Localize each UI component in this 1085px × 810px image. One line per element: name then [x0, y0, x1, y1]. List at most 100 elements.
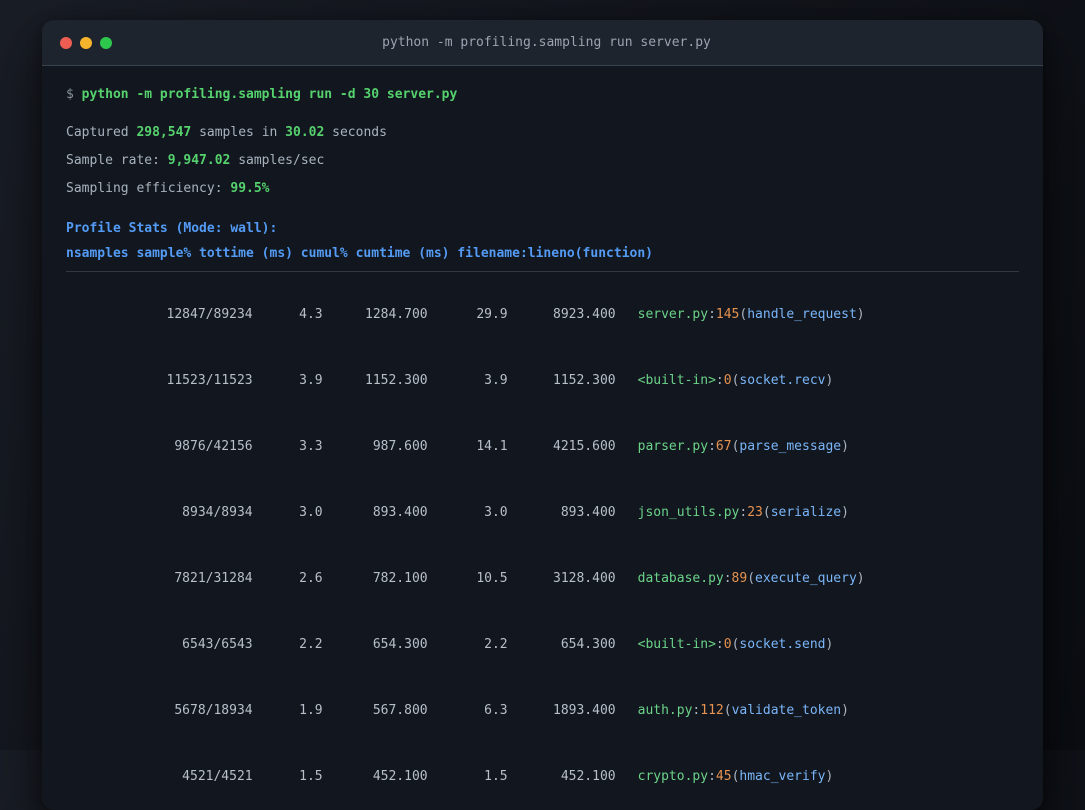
nsamples-value: 4521/4521	[182, 769, 253, 784]
profile-stats-heading: Profile Stats (Mode: wall):	[66, 221, 278, 236]
traffic-lights	[60, 36, 120, 49]
terminal-window: python -m profiling.sampling run server.…	[42, 20, 1043, 810]
function-name: hmac_verify	[739, 769, 826, 784]
function-reference: json_utils.py:23(serialize)	[638, 505, 849, 520]
tottime-value: 654.300	[372, 637, 428, 652]
cumul-pct-value: 6.3	[484, 703, 508, 718]
open-paren: (	[747, 571, 756, 586]
nsamples-value: 9876/42156	[174, 439, 253, 454]
cumul-pct-value: 10.5	[476, 571, 508, 586]
profile-table-row: 9876/42156 3.3 987.600 14.1 4215.600 parser.p…	[66, 414, 1019, 480]
captured-mid-label: samples in	[191, 125, 286, 140]
profile-table-row: 6543/6543 2.2 654.300 2.2 654.300 <built-in>:…	[66, 612, 1019, 678]
minimize-window-button[interactable]	[80, 36, 92, 49]
maximize-window-button[interactable]	[100, 36, 112, 49]
tottime-value: 782.100	[372, 571, 428, 586]
nsamples-value: 5678/18934	[174, 703, 253, 718]
function-name: socket.recv	[739, 373, 826, 388]
efficiency-value: 99.5%	[230, 181, 270, 196]
tottime-value: 567.800	[372, 703, 428, 718]
open-paren: (	[762, 505, 771, 520]
colon-separator: :	[715, 637, 724, 652]
colon-separator: :	[715, 373, 724, 388]
function-reference: database.py:89(execute_query)	[638, 571, 865, 586]
close-paren: )	[841, 505, 849, 520]
line-number: 67	[715, 439, 732, 454]
cumtime-value: 3128.400	[553, 571, 616, 586]
cumtime-value: 1893.400	[553, 703, 616, 718]
line-number: 0	[723, 637, 732, 652]
close-paren: )	[841, 439, 849, 454]
profile-table-header: nsamples sample% tottime (ms) cumul% cum…	[66, 246, 653, 261]
page-background: { "window": { "title": "python -m profil…	[0, 0, 1085, 810]
function-name: socket.send	[739, 637, 826, 652]
sample-pct-value: 1.9	[299, 703, 323, 718]
filename: auth.py	[637, 703, 693, 718]
window-titlebar[interactable]: python -m profiling.sampling run server.…	[42, 20, 1043, 66]
filename: server.py	[637, 307, 709, 322]
filename: <built-in>	[637, 637, 716, 652]
sample-pct-value: 2.6	[299, 571, 323, 586]
profile-table-row: 5678/18934 1.9 567.800 6.3 1893.400 auth.py:1…	[66, 678, 1019, 744]
function-reference: <built-in>:0(socket.send)	[638, 637, 834, 652]
cumtime-value: 654.300	[560, 637, 616, 652]
function-reference: server.py:145(handle_request)	[638, 307, 865, 322]
filename: <built-in>	[637, 373, 716, 388]
tottime-value: 1152.300	[365, 373, 428, 388]
colon-separator: :	[708, 439, 716, 454]
table-divider	[66, 271, 1019, 272]
command-line: $ python -m profiling.sampling run -d 30…	[66, 81, 1019, 109]
cumtime-value: 893.400	[560, 505, 616, 520]
cumtime-value: 452.100	[560, 769, 616, 784]
open-paren: (	[723, 703, 732, 718]
cumul-pct-value: 1.5	[484, 769, 508, 784]
filename: crypto.py	[637, 769, 709, 784]
sample-rate-line: Sample rate: 9,947.02 samples/sec	[66, 147, 1019, 175]
function-name: parse_message	[739, 439, 842, 454]
nsamples-value: 11523/11523	[166, 373, 253, 388]
cumul-pct-value: 29.9	[476, 307, 508, 322]
terminal-content: $ python -m profiling.sampling run -d 30…	[42, 66, 1043, 810]
window-title: python -m profiling.sampling run server.…	[382, 35, 711, 50]
profile-table: 12847/89234 4.3 1284.700 29.9 8923.400 server…	[66, 282, 1019, 810]
profile-table-row: 8934/8934 3.0 893.400 3.0 893.400 json_utils.…	[66, 480, 1019, 546]
captured-suffix-label: seconds	[324, 125, 387, 140]
line-number: 0	[723, 373, 732, 388]
cumul-pct-value: 3.9	[484, 373, 508, 388]
close-paren: )	[825, 373, 834, 388]
profile-table-row: 7821/31284 2.6 782.100 10.5 3128.400 database…	[66, 546, 1019, 612]
command-text: python -m profiling.sampling run -d 30 s…	[81, 87, 458, 102]
rate-suffix-label: samples/sec	[230, 153, 325, 168]
cumtime-value: 8923.400	[553, 307, 616, 322]
nsamples-value: 7821/31284	[174, 571, 253, 586]
sample-pct-value: 3.3	[299, 439, 323, 454]
function-name: handle_request	[747, 307, 857, 322]
captured-seconds-value: 30.02	[285, 125, 325, 140]
cumtime-value: 4215.600	[553, 439, 616, 454]
nsamples-value: 12847/89234	[166, 307, 253, 322]
captured-label: Captured	[66, 125, 137, 140]
close-paren: )	[856, 307, 865, 322]
filename: parser.py	[637, 439, 709, 454]
cumtime-value: 1152.300	[553, 373, 616, 388]
function-name: serialize	[770, 505, 842, 520]
profile-table-row: 11523/11523 3.9 1152.300 3.9 1152.300 <built-…	[66, 348, 1019, 414]
sample-pct-value: 2.2	[299, 637, 323, 652]
line-number: 145	[715, 307, 740, 322]
nsamples-value: 6543/6543	[182, 637, 253, 652]
line-number: 23	[747, 505, 763, 520]
tottime-value: 452.100	[372, 769, 428, 784]
close-window-button[interactable]	[60, 36, 72, 49]
function-reference: auth.py:112(validate_token)	[638, 703, 849, 718]
rate-label: Sample rate:	[66, 153, 168, 168]
close-paren: )	[825, 769, 834, 784]
filename: json_utils.py	[637, 505, 740, 520]
open-paren: (	[731, 769, 740, 784]
profile-table-row: 4521/4521 1.5 452.100 1.5 452.100 crypto.py:4…	[66, 744, 1019, 810]
function-reference: <built-in>:0(socket.recv)	[638, 373, 834, 388]
cumul-pct-value: 2.2	[484, 637, 508, 652]
tottime-value: 1284.700	[365, 307, 428, 322]
line-number: 112	[700, 703, 724, 718]
efficiency-label: Sampling efficiency:	[66, 181, 231, 196]
function-reference: crypto.py:45(hmac_verify)	[638, 769, 834, 784]
